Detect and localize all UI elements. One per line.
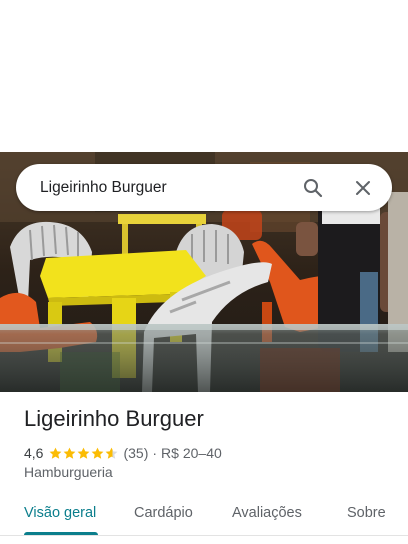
rating-row[interactable]: 4,6 (35) · R$ 20–40	[24, 444, 222, 462]
star-icon	[92, 447, 104, 459]
search-bar[interactable]: Ligeirinho Burguer	[16, 164, 392, 211]
tab-about[interactable]: Sobre	[347, 505, 386, 521]
close-icon	[356, 180, 370, 195]
star-icon	[64, 447, 76, 459]
review-count[interactable]: (35)	[123, 445, 148, 461]
price-range: R$ 20–40	[161, 445, 222, 461]
place-name: Ligeirinho Burguer	[24, 406, 204, 431]
star-icon	[50, 447, 62, 459]
tab-reviews[interactable]: Avaliações	[232, 505, 302, 521]
star-icon	[106, 447, 118, 459]
place-category: Hamburgueria	[24, 464, 113, 480]
search-icon	[304, 178, 323, 197]
active-tab-indicator	[24, 532, 98, 535]
clear-search-button[interactable]	[350, 175, 376, 201]
place-tabs: Visão geral Cardápio Avaliações Sobre	[0, 494, 408, 536]
search-button[interactable]	[300, 175, 326, 201]
tab-overview[interactable]: Visão geral	[24, 505, 96, 521]
rating-value: 4,6	[24, 445, 44, 461]
map-blank-area	[0, 0, 408, 152]
separator-dot: ·	[152, 445, 158, 461]
star-rating	[49, 447, 119, 460]
search-input[interactable]: Ligeirinho Burguer	[40, 179, 300, 197]
tab-menu[interactable]: Cardápio	[134, 505, 193, 521]
star-icon	[78, 447, 90, 459]
